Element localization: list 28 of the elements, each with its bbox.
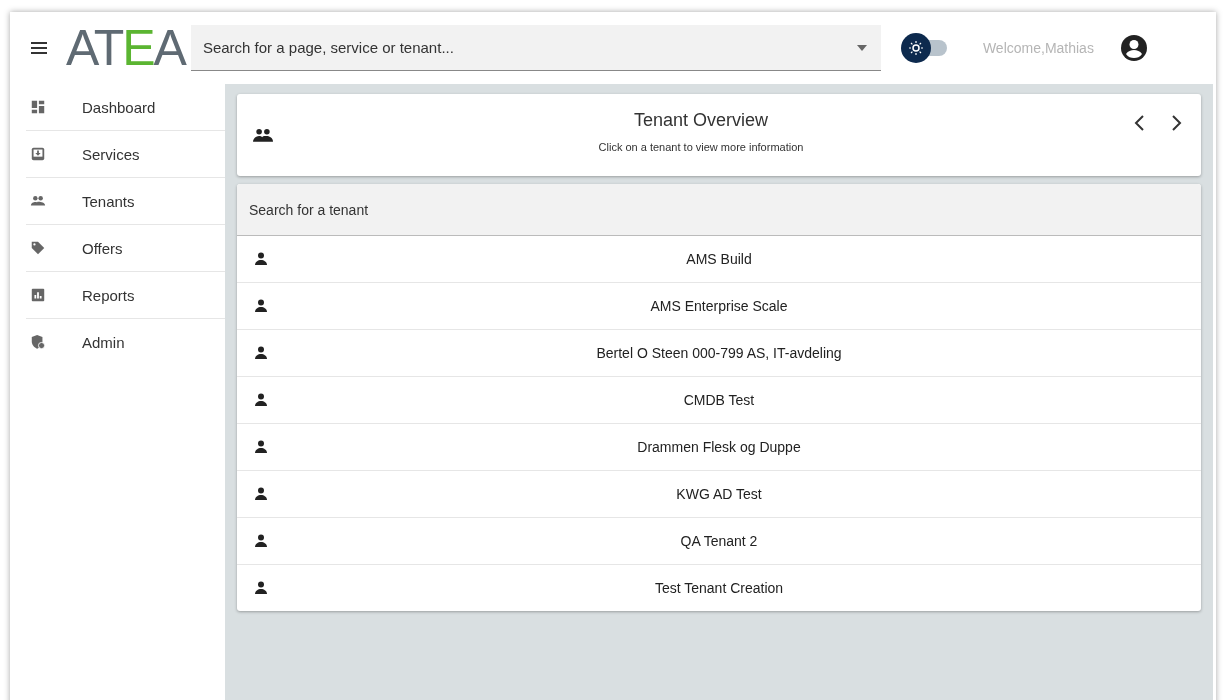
person-icon: [253, 486, 269, 502]
person-icon: [253, 439, 269, 455]
tenant-row[interactable]: KWG AD Test: [237, 471, 1201, 518]
dashboard-icon: [30, 99, 46, 115]
theme-toggle[interactable]: [900, 31, 949, 65]
person-icon: [253, 533, 269, 549]
person-icon: [253, 298, 269, 314]
tenant-search-field[interactable]: Search for a tenant: [237, 184, 1201, 236]
tenant-row[interactable]: AMS Enterprise Scale: [237, 283, 1201, 330]
person-icon: [253, 392, 269, 408]
tenant-row[interactable]: QA Tenant 2: [237, 518, 1201, 565]
tenant-row[interactable]: CMDB Test: [237, 377, 1201, 424]
welcome-text: Welcome,Mathias: [982, 40, 1094, 56]
page-title: Tenant Overview: [633, 109, 769, 131]
logo: ATEA: [66, 23, 185, 73]
sidebar-item[interactable]: Admin: [26, 319, 225, 365]
dropdown-caret-icon[interactable]: [856, 45, 867, 51]
search-field[interactable]: Search for a page, service or tenant...: [190, 25, 881, 71]
group-icon: [253, 127, 273, 143]
person-icon: [253, 251, 269, 267]
tenant-row[interactable]: Bertel O Steen 000-799 AS, IT-avdeling: [237, 330, 1201, 377]
sun-icon: [907, 40, 924, 56]
person-icon: [253, 345, 269, 361]
person-icon: [253, 580, 269, 596]
tenant-row[interactable]: AMS Build: [237, 236, 1201, 283]
page-subtitle: Click on a tenant to view more information: [598, 140, 804, 153]
tenant-row[interactable]: Drammen Flesk og Duppe: [237, 424, 1201, 471]
tenant-row[interactable]: Test Tenant Creation: [237, 565, 1201, 611]
